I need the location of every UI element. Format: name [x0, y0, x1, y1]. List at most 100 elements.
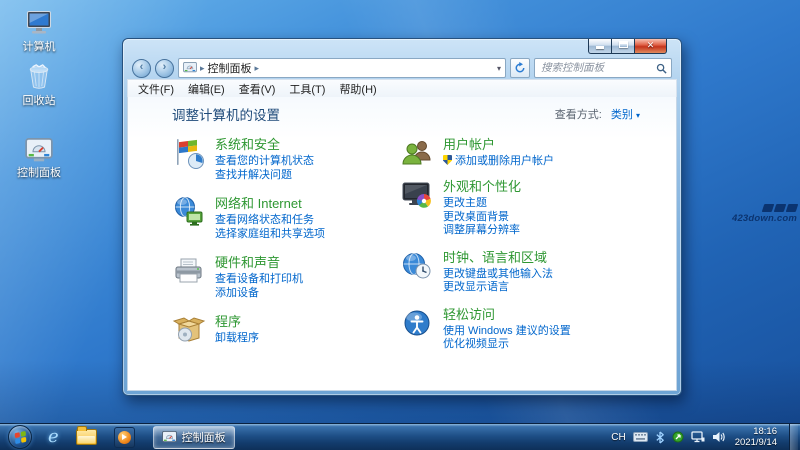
volume-icon[interactable] — [712, 431, 725, 443]
breadcrumb-arrow-icon[interactable] — [255, 63, 260, 74]
watermark: 423down.com — [731, 202, 799, 224]
category-hardware-sound[interactable]: 硬件和声音 查看设备和打印机 添加设备 — [172, 254, 400, 300]
taskbar-button-control-panel[interactable]: 控制面板 — [152, 425, 235, 449]
category-link[interactable]: 调整屏幕分辨率 — [443, 224, 521, 238]
computer-icon — [10, 8, 68, 36]
category-link[interactable]: 查看网络状态和任务 — [215, 214, 325, 228]
taskbar: e 控制面板 CH 18:16 2021/9/14 — [0, 423, 800, 450]
category-link[interactable]: 卸载程序 — [215, 332, 259, 346]
category-link[interactable]: 使用 Windows 建议的设置 — [443, 325, 571, 339]
menu-bar: 文件(F) 编辑(E) 查看(V) 工具(T) 帮助(H) — [127, 79, 677, 97]
category-column-right: 用户帐户 添加或删除用户帐户 外观和个性化 更改主题 更改桌面背景 调整屏幕分辨… — [400, 136, 636, 352]
control-panel-content: 调整计算机的设置 查看方式: 类别 ▾ 系统和安全 查看您的计算机状态 查找并解… — [127, 97, 677, 391]
category-link[interactable]: 优化视频显示 — [443, 338, 571, 352]
address-bar[interactable]: 控制面板 — [178, 58, 506, 78]
windows-logo-icon — [14, 430, 26, 444]
menu-tools[interactable]: 工具(T) — [282, 80, 332, 98]
appearance-personalization-icon — [400, 178, 434, 212]
category-link[interactable]: 查看您的计算机状态 — [215, 155, 314, 169]
forward-button[interactable] — [155, 58, 174, 78]
explorer-folder-icon[interactable] — [75, 426, 97, 445]
show-desktop-button[interactable] — [789, 424, 798, 450]
search-input[interactable] — [539, 61, 656, 75]
desktop: 计算机 回收站 控制面板 423down.com ✕ ‹ › ▸ 控制面板 ▸ … — [0, 0, 800, 450]
view-by: 查看方式: 类别 — [555, 106, 640, 122]
category-title[interactable]: 硬件和声音 — [215, 255, 303, 271]
desktop-icon-label: 回收站 — [22, 95, 56, 107]
desktop-icon-control-panel[interactable]: 控制面板 — [10, 134, 68, 180]
media-player-icon[interactable] — [113, 426, 135, 448]
search-icon[interactable] — [656, 63, 667, 74]
category-title[interactable]: 时钟、语言和区域 — [443, 250, 553, 266]
status-icon[interactable] — [672, 431, 684, 443]
category-link[interactable]: 更改主题 — [443, 197, 521, 211]
desktop-icon-label: 计算机 — [22, 41, 56, 53]
category-title[interactable]: 外观和个性化 — [443, 179, 521, 195]
refresh-icon — [515, 62, 525, 73]
language-indicator[interactable]: CH — [611, 432, 625, 443]
address-control-panel-icon — [183, 62, 197, 73]
view-by-dropdown-icon[interactable] — [636, 111, 640, 120]
system-security-icon — [172, 136, 206, 170]
start-button[interactable] — [8, 425, 32, 449]
category-user-accounts[interactable]: 用户帐户 添加或删除用户帐户 — [400, 136, 636, 170]
category-title[interactable]: 系统和安全 — [215, 137, 314, 153]
bluetooth-icon[interactable] — [655, 431, 665, 444]
category-link[interactable]: 更改显示语言 — [443, 281, 553, 295]
close-button[interactable] — [634, 39, 667, 54]
recycle-bin-icon — [10, 62, 68, 90]
menu-help[interactable]: 帮助(H) — [332, 80, 383, 98]
category-network-internet[interactable]: 网络和 Internet 查看网络状态和任务 选择家庭组和共享选项 — [172, 195, 400, 241]
internet-explorer-icon[interactable]: e — [48, 428, 59, 446]
address-dropdown-icon[interactable] — [497, 64, 501, 73]
system-tray: CH 18:16 2021/9/14 — [611, 424, 800, 450]
category-link[interactable]: 更改桌面背景 — [443, 211, 521, 225]
minimize-button[interactable] — [588, 39, 611, 54]
category-title[interactable]: 程序 — [215, 314, 259, 330]
user-accounts-icon — [400, 136, 434, 170]
back-button[interactable] — [132, 58, 151, 78]
refresh-button[interactable] — [510, 58, 530, 78]
category-title[interactable]: 轻松访问 — [443, 307, 571, 323]
category-link[interactable]: 选择家庭组和共享选项 — [215, 228, 325, 242]
breadcrumb-control-panel[interactable]: 控制面板 — [208, 60, 252, 76]
category-link[interactable]: 更改键盘或其他输入法 — [443, 268, 553, 282]
page-title: 调整计算机的设置 — [172, 108, 280, 123]
watermark-logo — [761, 202, 799, 212]
tray-date: 2021/9/14 — [734, 437, 777, 448]
ease-of-access-icon — [400, 306, 434, 340]
view-by-value[interactable]: 类别 — [611, 109, 633, 121]
category-programs[interactable]: 程序 卸载程序 — [172, 313, 400, 347]
tray-time: 18:16 — [753, 426, 777, 437]
category-title[interactable]: 网络和 Internet — [215, 196, 325, 212]
category-column-left: 系统和安全 查看您的计算机状态 查找并解决问题 网络和 Internet 查看网… — [172, 136, 400, 352]
menu-file[interactable]: 文件(F) — [131, 80, 181, 98]
desktop-icon-computer[interactable]: 计算机 — [10, 8, 68, 54]
category-link[interactable]: 添加或删除用户帐户 — [443, 155, 554, 169]
navigation-bar: 控制面板 — [123, 57, 681, 79]
category-ease-of-access[interactable]: 轻松访问 使用 Windows 建议的设置 优化视频显示 — [400, 306, 636, 352]
category-clock-language-region[interactable]: 时钟、语言和区域 更改键盘或其他输入法 更改显示语言 — [400, 249, 636, 295]
keyboard-icon[interactable] — [632, 432, 648, 442]
category-link[interactable]: 查找并解决问题 — [215, 169, 314, 183]
category-appearance-personalization[interactable]: 外观和个性化 更改主题 更改桌面背景 调整屏幕分辨率 — [400, 178, 636, 238]
category-link[interactable]: 查看设备和打印机 — [215, 273, 303, 287]
menu-edit[interactable]: 编辑(E) — [181, 80, 232, 98]
category-title[interactable]: 用户帐户 — [443, 137, 554, 153]
maximize-button[interactable] — [611, 39, 634, 54]
category-link[interactable]: 添加设备 — [215, 287, 303, 301]
view-by-label: 查看方式: — [554, 109, 602, 121]
clock[interactable]: 18:16 2021/9/14 — [735, 426, 777, 448]
programs-icon — [172, 313, 206, 347]
network-icon[interactable] — [691, 431, 705, 443]
search-box[interactable] — [534, 58, 672, 78]
control-panel-icon — [161, 430, 177, 442]
desktop-icon-recycle-bin[interactable]: 回收站 — [10, 62, 68, 108]
control-panel-window: 控制面板 文件(F) 编辑(E) 查看(V) — [122, 38, 682, 396]
window-controls — [588, 39, 667, 54]
watermark-text: 423down.com — [731, 213, 797, 224]
titlebar[interactable] — [123, 39, 681, 57]
network-internet-icon — [172, 195, 206, 229]
menu-view[interactable]: 查看(V) — [232, 80, 283, 98]
category-system-security[interactable]: 系统和安全 查看您的计算机状态 查找并解决问题 — [172, 136, 400, 182]
